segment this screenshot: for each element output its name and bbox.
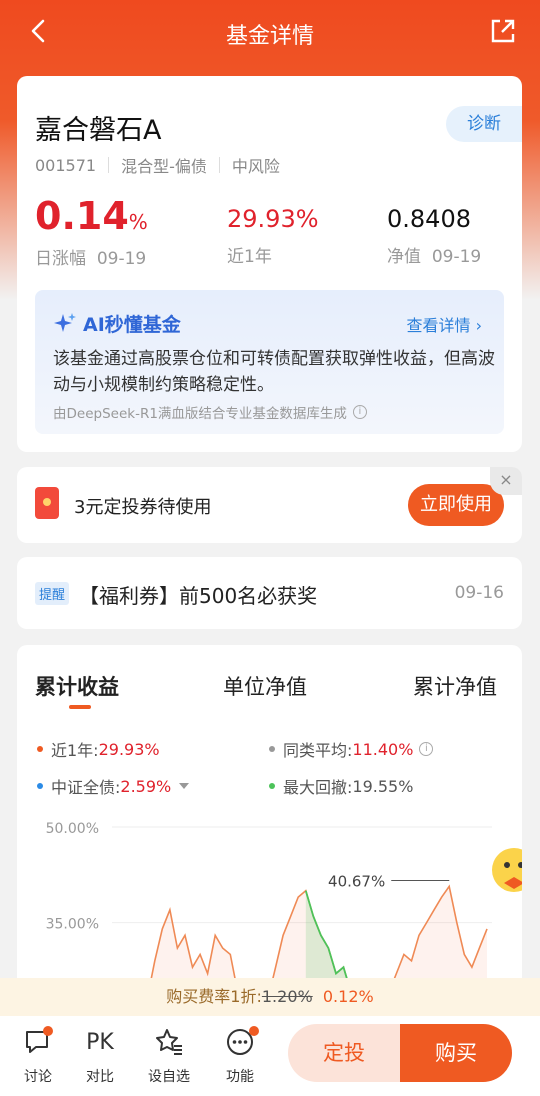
red-envelope-icon: [35, 487, 59, 519]
tab-cumulative-return[interactable]: 累计收益: [35, 671, 119, 701]
ai-title: AI秒懂基金: [53, 310, 181, 337]
fund-meta: 001571 混合型-偏债 中风险: [35, 153, 280, 177]
legend-benchmark[interactable]: 中证全债: 2.59%: [37, 774, 190, 798]
compare-button[interactable]: PK 对比: [75, 1026, 125, 1086]
discuss-button[interactable]: 讨论: [13, 1026, 63, 1086]
buy-button[interactable]: 购买: [400, 1024, 512, 1082]
ai-summary-box[interactable]: AI秒懂基金 查看详情 › 该基金通过高股票仓位和可转债配置获取弹性收益，但高波…: [35, 290, 504, 434]
cumulative-return-chart[interactable]: 50.00%35.00%20.00%40.67%: [17, 815, 522, 985]
fund-type: 混合型-偏债: [121, 157, 207, 176]
coupon-text: 3元定投券待使用: [74, 497, 212, 518]
notice-date: 09-16: [454, 583, 504, 603]
page-title: 基金详情: [225, 24, 314, 49]
diagnose-button[interactable]: 诊断: [446, 106, 522, 142]
daily-change-date: 09-19: [96, 249, 147, 269]
legend-value: 29.93%: [98, 739, 160, 759]
divider: [218, 157, 220, 173]
year-return-stat: 29.93% 近1年: [227, 204, 319, 267]
pk-icon: PK: [86, 1029, 114, 1055]
ai-footer-text: 由DeepSeek-R1满血版结合专业基金数据库生成: [53, 406, 347, 422]
compare-label: 对比: [86, 1069, 114, 1085]
tab-indicator: [69, 705, 91, 709]
star-icon: [156, 1029, 182, 1055]
functions-label: 功能: [226, 1069, 254, 1085]
coupon-card: 3元定投券待使用 立即使用 ×: [17, 467, 522, 543]
nav-value: 0.8408: [387, 205, 471, 233]
ai-summary-text: 该基金通过高股票仓位和可转债配置获取弹性收益，但高波动与小规模制约策略稳定性。: [53, 349, 495, 395]
info-icon[interactable]: i: [419, 742, 434, 756]
nav-date: 09-19: [431, 247, 482, 267]
notice-text: 【福利券】前500名必获奖: [79, 584, 318, 608]
discuss-label: 讨论: [24, 1069, 52, 1085]
notice-tag: 提醒: [35, 582, 70, 605]
fund-risk: 中风险: [231, 157, 280, 176]
chart-tabs: 累计收益 单位净值 累计净值: [17, 671, 522, 711]
fee-new: 0.12%: [322, 987, 374, 1006]
nav-stat: 0.8408 净值 09-19: [387, 204, 481, 267]
fixed-invest-button[interactable]: 定投: [288, 1024, 400, 1082]
legend-max-drawdown: 最大回撤: 19.55%: [269, 774, 413, 798]
ai-title-text: AI秒懂基金: [83, 314, 181, 336]
legend-dot: [37, 783, 43, 789]
action-buttons: 定投 购买: [288, 1024, 512, 1082]
legend-label: 中证全债:: [51, 778, 121, 797]
legend-year: 近1年: 29.93%: [37, 737, 160, 761]
chevron-right-icon: ›: [475, 316, 482, 335]
legend-peer-average: 同类平均: 11.40% i: [269, 737, 434, 761]
ai-more-label: 查看详情: [406, 316, 471, 335]
nav-label: 净值: [387, 247, 421, 267]
legend-value: 2.59%: [120, 776, 172, 796]
notification-dot: [43, 1026, 53, 1036]
y-tick-label: 50.00%: [46, 821, 99, 837]
fee-prefix: 购买费率1折:: [166, 987, 262, 1006]
mascot-icon: [492, 848, 522, 892]
legend-dot: [269, 783, 275, 789]
divider: [108, 157, 110, 173]
legend-dot: [269, 746, 275, 752]
legend-label: 同类平均:: [283, 741, 353, 760]
share-icon[interactable]: [488, 16, 518, 46]
legend-label: 最大回撤:: [283, 778, 353, 797]
ai-more-link[interactable]: 查看详情 ›: [406, 312, 482, 336]
sparkle-icon: [54, 312, 76, 332]
peak-callout: 40.67%: [328, 872, 385, 890]
use-coupon-button[interactable]: 立即使用: [408, 484, 504, 526]
fund-code: 001571: [35, 155, 97, 175]
legend-label: 近1年:: [51, 741, 99, 760]
fee-old: 1.20%: [261, 987, 313, 1006]
year-return-value: 29.93%: [227, 205, 319, 233]
daily-change-unit: %: [128, 210, 148, 234]
fund-summary-card: 嘉合磐石A 诊断 001571 混合型-偏债 中风险 0.14% 日涨幅 09-…: [17, 76, 522, 452]
tab-cumulative-nav[interactable]: 累计净值: [413, 671, 497, 701]
y-tick-label: 35.00%: [46, 917, 99, 933]
fund-name: 嘉合磐石A: [35, 115, 162, 146]
daily-change-value: 0.14: [35, 194, 129, 238]
chevron-down-icon: [179, 783, 190, 789]
notification-dot: [249, 1026, 259, 1036]
info-icon[interactable]: i: [352, 405, 367, 419]
fee-bar: 购买费率1折:1.20% 0.12%: [0, 978, 540, 1016]
ai-footer: 由DeepSeek-R1满血版结合专业基金数据库生成 i: [53, 402, 367, 422]
functions-button[interactable]: 功能: [215, 1026, 265, 1086]
bottom-bar: 讨论 PK 对比 设自选 功能 定投 购买: [0, 1016, 540, 1096]
add-watchlist-button[interactable]: 设自选: [144, 1026, 194, 1086]
legend-value: 11.40%: [352, 739, 414, 759]
daily-change-label: 日涨幅: [35, 249, 86, 269]
notice-card[interactable]: 提醒 【福利券】前500名必获奖 09-16: [17, 557, 522, 629]
watchlist-label: 设自选: [148, 1069, 190, 1085]
legend-dot: [37, 746, 43, 752]
series-area: [149, 886, 487, 985]
year-return-label: 近1年: [227, 247, 272, 267]
tab-unit-nav[interactable]: 单位净值: [223, 671, 307, 701]
daily-change-stat: 0.14% 日涨幅 09-19: [35, 194, 148, 269]
legend-value: 19.55%: [352, 776, 414, 796]
close-icon[interactable]: ×: [490, 467, 522, 495]
